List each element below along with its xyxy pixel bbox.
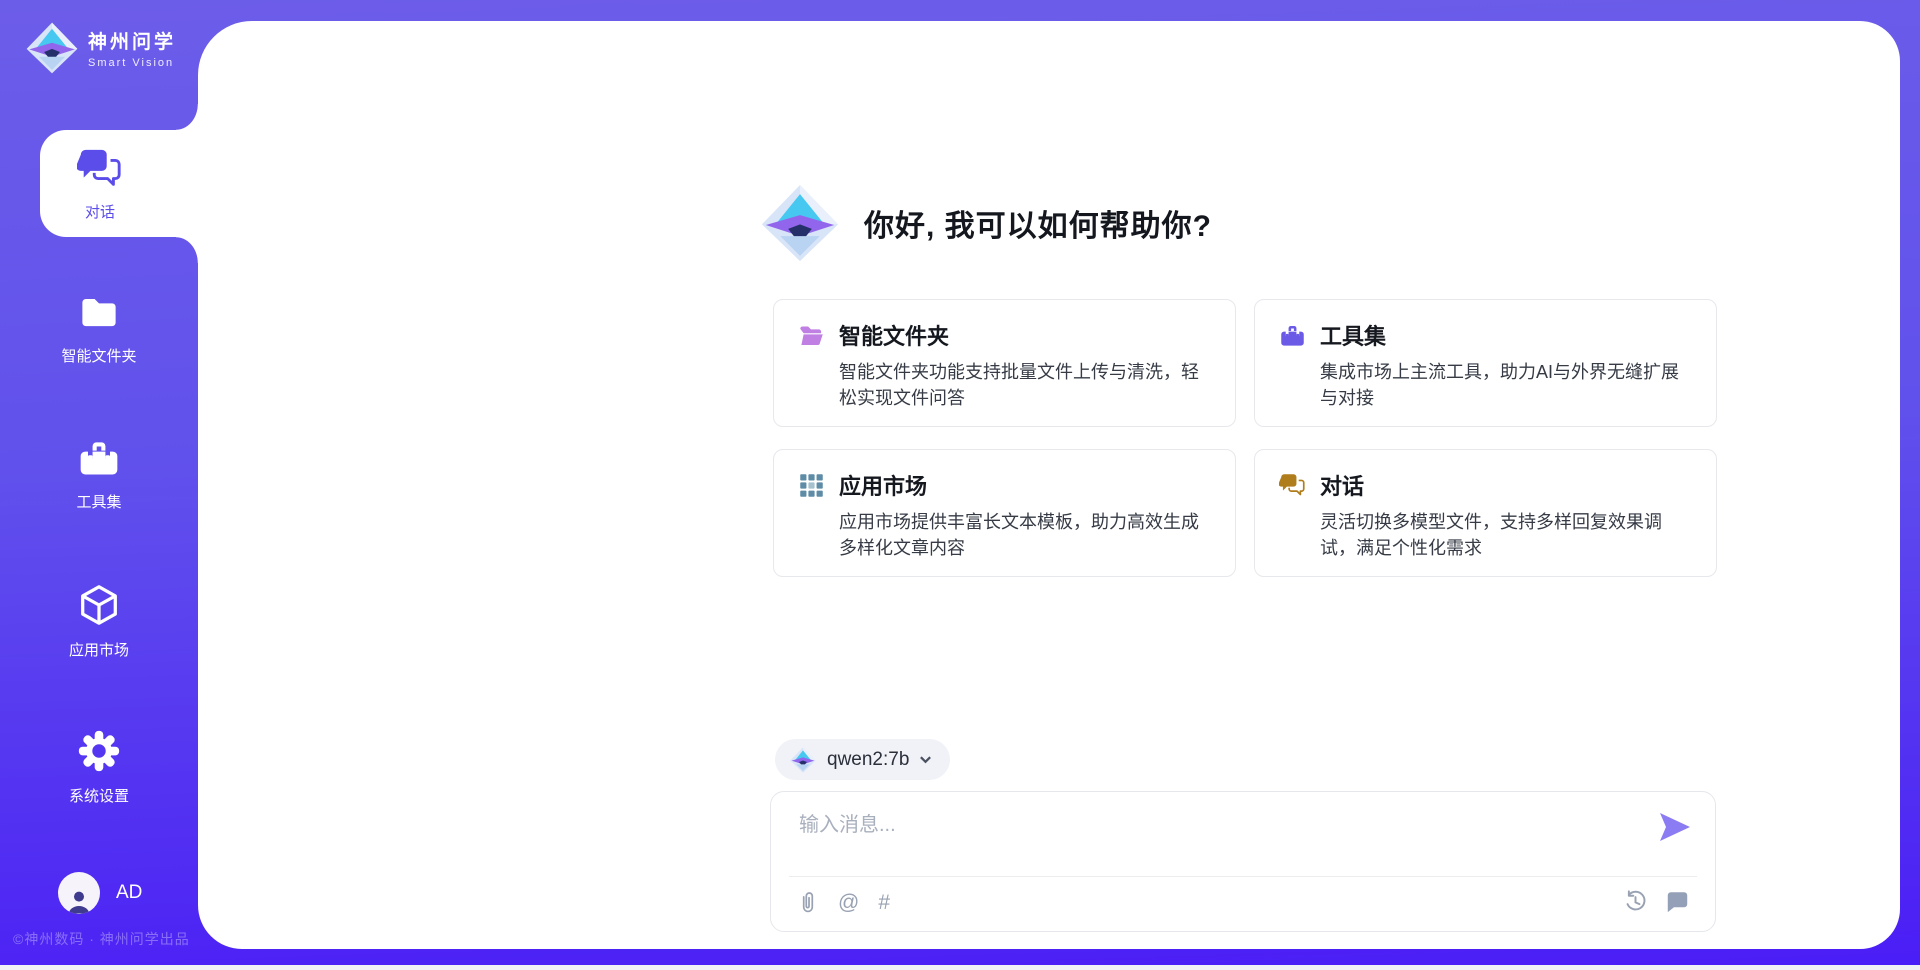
- send-icon[interactable]: [1659, 812, 1691, 842]
- folder-icon: [76, 292, 122, 334]
- app-root: 你好, 我可以如何帮助你? 智能文件夹 智能文件夹功能支持批量文件上传与清洗，轻…: [0, 0, 1920, 970]
- toolbox-icon: [76, 436, 122, 480]
- sidebar-item-label: 工具集: [76, 491, 121, 512]
- model-logo-icon: [789, 746, 817, 774]
- attachment-icon[interactable]: [797, 890, 819, 914]
- hash-icon[interactable]: #: [878, 892, 890, 913]
- grid-icon: [798, 472, 825, 499]
- card-description: 集成市场上主流工具，助力AI与外界无缝扩展与对接: [1320, 360, 1692, 411]
- tab-fillet-top: [176, 104, 198, 130]
- sidebar-item-toolset[interactable]: 工具集: [0, 436, 198, 512]
- greeting-row: 你好, 我可以如何帮助你?: [758, 181, 1212, 265]
- card-smart-folder[interactable]: 智能文件夹 智能文件夹功能支持批量文件上传与清洗，轻松实现文件问答: [773, 299, 1236, 427]
- main-panel: 你好, 我可以如何帮助你? 智能文件夹 智能文件夹功能支持批量文件上传与清洗，轻…: [198, 21, 1900, 949]
- card-title: 智能文件夹: [839, 319, 949, 351]
- card-toolset[interactable]: 工具集 集成市场上主流工具，助力AI与外界无缝扩展与对接: [1254, 299, 1717, 427]
- message-input[interactable]: [799, 808, 1639, 868]
- person-icon: [64, 886, 94, 914]
- sidebar-item-label: 对话: [85, 201, 115, 222]
- chat-icon: [1279, 472, 1306, 499]
- card-description: 智能文件夹功能支持批量文件上传与清洗，轻松实现文件问答: [839, 360, 1211, 411]
- sidebar-item-app-market[interactable]: 应用市场: [0, 582, 198, 660]
- copyright-text: ©神州数码 · 神州问学出品: [13, 929, 190, 949]
- brand-subtitle: Smart Vision: [88, 57, 176, 69]
- sidebar-item-label: 智能文件夹: [61, 345, 136, 366]
- card-title: 对话: [1320, 469, 1364, 501]
- feature-cards: 智能文件夹 智能文件夹功能支持批量文件上传与清洗，轻松实现文件问答 工具集 集成…: [773, 299, 1717, 577]
- sidebar-item-label: 系统设置: [69, 785, 129, 806]
- brand-logo: 神州问学 Smart Vision: [24, 20, 176, 76]
- toolbox-icon: [1279, 322, 1306, 349]
- user-initials: AD: [116, 882, 142, 904]
- folder-open-icon: [798, 322, 825, 349]
- card-description: 应用市场提供丰富长文本模板，助力高效生成多样化文章内容: [839, 510, 1211, 561]
- bottom-edge-strip: [0, 965, 1920, 970]
- history-icon[interactable]: [1624, 890, 1647, 913]
- mention-icon[interactable]: @: [838, 892, 859, 913]
- card-chat[interactable]: 对话 灵活切换多模型文件，支持多样回复效果调试，满足个性化需求: [1254, 449, 1717, 577]
- card-description: 灵活切换多模型文件，支持多样回复效果调试，满足个性化需求: [1320, 510, 1692, 561]
- brand-diamond-icon: [24, 20, 80, 76]
- sidebar-item-smart-folder[interactable]: 智能文件夹: [0, 292, 198, 366]
- composer-divider: [789, 876, 1697, 877]
- brand-name: 神州问学: [88, 27, 176, 54]
- card-title: 工具集: [1320, 319, 1386, 351]
- card-title: 应用市场: [839, 469, 927, 501]
- model-selector[interactable]: qwen2:7b: [775, 739, 950, 780]
- cube-icon: [76, 582, 122, 628]
- gear-icon: [76, 728, 122, 774]
- chat-icon: [77, 146, 123, 192]
- avatar: [58, 872, 100, 914]
- model-name: qwen2:7b: [827, 749, 909, 771]
- sidebar-item-label: 应用市场: [69, 639, 129, 660]
- sidebar: 神州问学 Smart Vision 对话 智能文件夹 工具集 应用市场: [0, 0, 198, 970]
- sidebar-item-settings[interactable]: 系统设置: [0, 728, 198, 806]
- brand-diamond-icon: [758, 181, 842, 265]
- chevron-down-icon: [919, 753, 932, 766]
- card-app-market[interactable]: 应用市场 应用市场提供丰富长文本模板，助力高效生成多样化文章内容: [773, 449, 1236, 577]
- tab-fillet-bottom: [176, 237, 198, 263]
- user-account[interactable]: AD: [58, 872, 142, 914]
- chat-bubble-icon[interactable]: [1666, 890, 1689, 913]
- greeting-title: 你好, 我可以如何帮助你?: [864, 201, 1212, 245]
- message-composer: @ #: [770, 791, 1716, 932]
- sidebar-item-chat[interactable]: 对话: [40, 130, 198, 237]
